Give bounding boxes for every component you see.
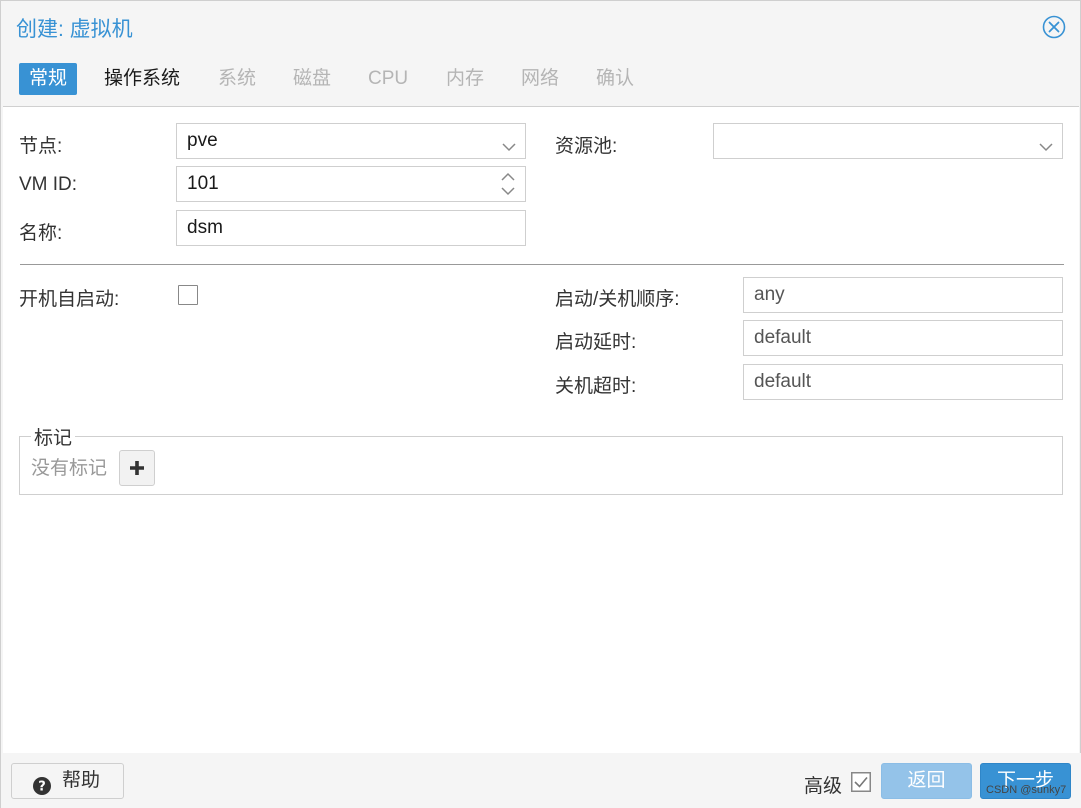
wizard-tabs: 常规 操作系统 系统 磁盘 CPU 内存 网络 确认: [1, 61, 1081, 101]
node-label: 节点:: [19, 136, 63, 157]
name-value: dsm: [187, 217, 223, 238]
pool-select[interactable]: [713, 123, 1063, 159]
pool-label: 资源池:: [555, 136, 618, 157]
create-vm-dialog: 创建: 虚拟机 常规 操作系统 系统 磁盘 CPU 内存 网络 确认 节点: p…: [0, 0, 1081, 808]
tab-memory: 内存: [446, 68, 485, 89]
name-label: 名称:: [19, 223, 63, 244]
dialog-title: 创建: 虚拟机: [16, 18, 133, 41]
section-divider: [20, 264, 1064, 265]
order-field[interactable]: any: [743, 277, 1063, 313]
tab-cpu: CPU: [368, 68, 409, 89]
node-value: pve: [187, 130, 218, 151]
tab-os[interactable]: 操作系统: [94, 63, 190, 95]
shutdown-timeout-field[interactable]: default: [743, 364, 1063, 400]
tags-legend: 标记: [31, 423, 76, 450]
help-label: 帮助: [62, 770, 101, 791]
spinner-arrows-icon[interactable]: [501, 171, 515, 197]
help-button[interactable]: ? 帮助: [11, 763, 124, 799]
order-label: 启动/关机顺序:: [555, 289, 680, 310]
startup-delay-value: default: [754, 327, 812, 348]
vmid-field[interactable]: 101: [176, 166, 526, 202]
node-select[interactable]: pve: [176, 123, 526, 159]
general-panel: 节点: pve VM ID: 101 名称: dsm 资源池: 开机自启动: 启…: [3, 106, 1079, 753]
back-button[interactable]: 返回: [881, 763, 972, 799]
order-value: any: [754, 284, 785, 305]
close-icon[interactable]: [1042, 15, 1066, 39]
tab-disk: 磁盘: [293, 68, 332, 89]
chevron-down-icon[interactable]: [501, 133, 517, 152]
advanced-checkbox[interactable]: [851, 772, 871, 792]
vmid-label: VM ID:: [19, 174, 78, 195]
add-tag-button[interactable]: [119, 450, 155, 486]
onboot-checkbox[interactable]: [178, 285, 198, 305]
advanced-label: 高级: [804, 776, 843, 797]
tags-fieldset: [19, 436, 1063, 495]
checkbox-checked-icon: [851, 772, 871, 792]
tab-network: 网络: [521, 68, 560, 89]
svg-text:?: ?: [38, 780, 46, 795]
dialog-footer: ? 帮助 高级 返回 下一步: [1, 753, 1081, 808]
startup-delay-label: 启动延时:: [555, 332, 637, 353]
chevron-down-icon[interactable]: [1038, 133, 1054, 152]
plus-icon: [130, 461, 144, 475]
tab-confirm: 确认: [596, 68, 635, 89]
question-circle-icon: ?: [33, 773, 51, 795]
name-field[interactable]: dsm: [176, 210, 526, 246]
shutdown-timeout-value: default: [754, 371, 812, 392]
startup-delay-field[interactable]: default: [743, 320, 1063, 356]
tab-general[interactable]: 常规: [19, 63, 78, 95]
vmid-value: 101: [187, 173, 219, 194]
title-bar: 创建: 虚拟机: [1, 1, 1081, 53]
no-tags-text: 没有标记: [31, 458, 108, 479]
watermark-text: CSDN @sunky7: [986, 784, 1067, 796]
tab-system: 系统: [218, 68, 257, 89]
shutdown-timeout-label: 关机超时:: [555, 376, 637, 397]
onboot-label: 开机自启动:: [19, 289, 120, 310]
